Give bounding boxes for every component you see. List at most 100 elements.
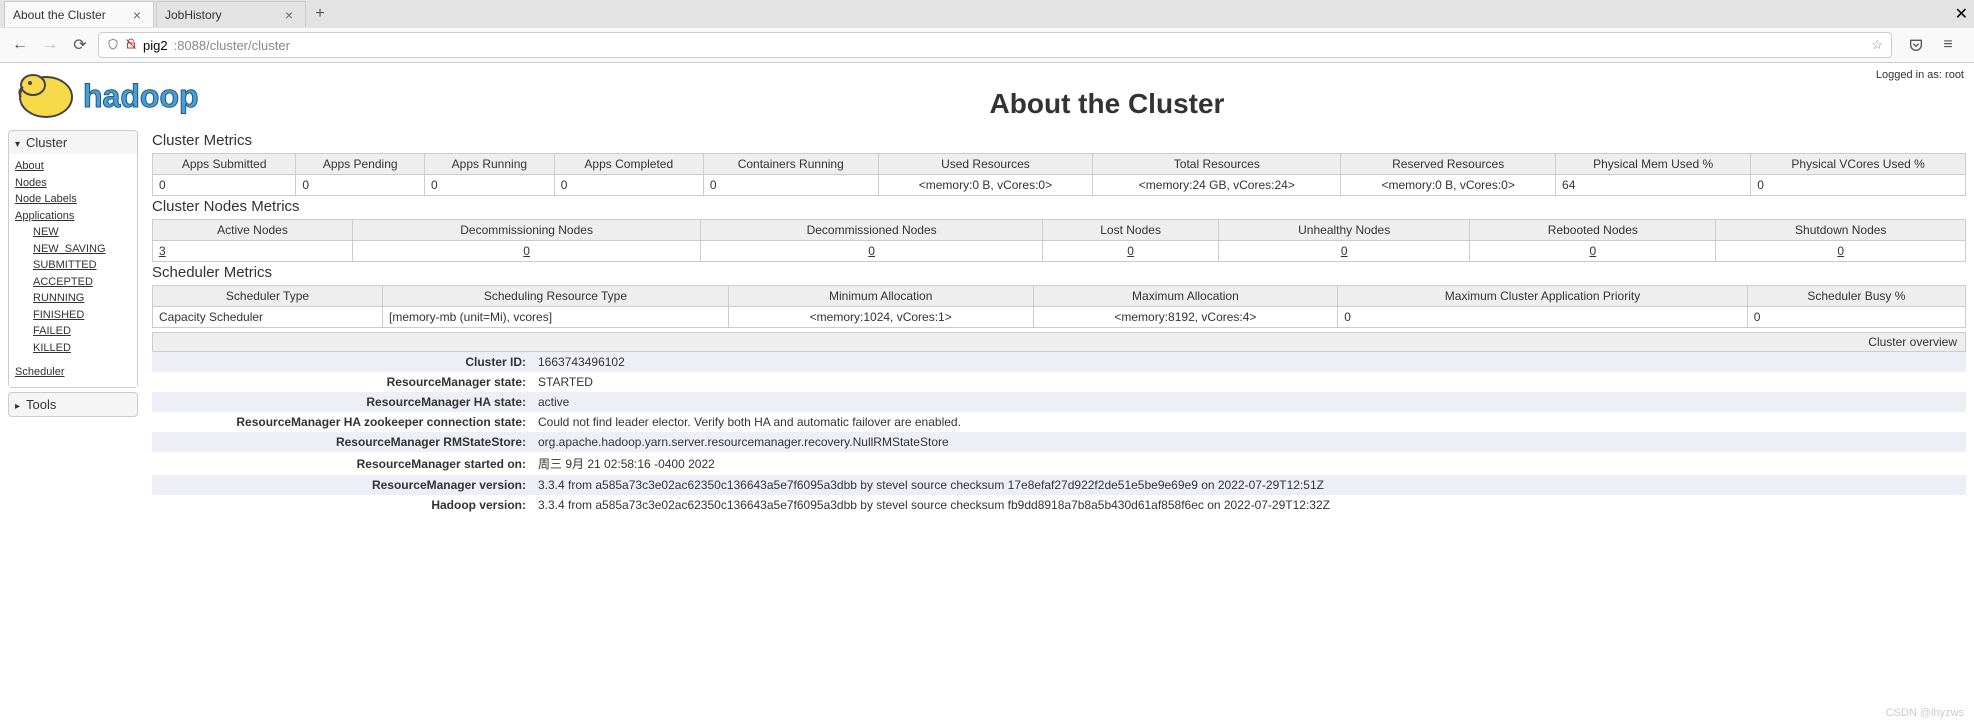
td-type: Capacity Scheduler (153, 307, 383, 328)
th-shutdown: Shutdown Nodes (1716, 220, 1966, 241)
bookmark-star-icon[interactable]: ☆ (1871, 37, 1883, 53)
sidebar-link-submitted[interactable]: SUBMITTED (33, 257, 131, 274)
td-apps-pending: 0 (296, 175, 425, 196)
sidebar-link-new[interactable]: NEW (33, 224, 131, 241)
tab-title: About the Cluster (13, 8, 106, 22)
label-rm-version: ResourceManager version: (152, 475, 532, 495)
new-tab-button[interactable]: + (308, 2, 332, 26)
table-cluster-metrics: Apps Submitted Apps Pending Apps Running… (152, 153, 1966, 196)
sidebar-app-states: NEW NEW_SAVING SUBMITTED ACCEPTED RUNNIN… (15, 224, 131, 356)
link-active-nodes[interactable]: 3 (159, 244, 166, 258)
window-close-icon[interactable]: ✕ (1955, 4, 1968, 24)
link-rebooted-nodes[interactable]: 0 (1589, 244, 1596, 258)
th-total-resources: Total Resources (1093, 154, 1341, 175)
table-row: ResourceManager HA state:active (152, 392, 1966, 412)
sidebar-link-running[interactable]: RUNNING (33, 290, 131, 307)
value-rm-store: org.apache.hadoop.yarn.server.resourcema… (532, 432, 1966, 452)
td-phys-vcores: 0 (1751, 175, 1966, 196)
url-path: :8088/cluster/cluster (174, 38, 290, 53)
tab-bar: About the Cluster × JobHistory × + ✕ (0, 0, 1974, 28)
sidebar-link-node-labels[interactable]: Node Labels (15, 191, 131, 208)
close-icon[interactable]: × (129, 7, 145, 23)
link-shutdown-nodes[interactable]: 0 (1837, 244, 1844, 258)
page-header: hadoop About the Cluster (8, 67, 1966, 130)
tab-jobhistory[interactable]: JobHistory × (156, 1, 306, 27)
sidebar-link-accepted[interactable]: ACCEPTED (33, 274, 131, 291)
svg-text:hadoop: hadoop (83, 78, 199, 114)
th-type: Scheduler Type (153, 286, 383, 307)
nav-bar: ← → ⟳ pig2:8088/cluster/cluster ☆ ≡ (0, 28, 1974, 62)
sidebar-header-cluster[interactable]: Cluster (9, 131, 137, 154)
overview-bar: Cluster overview (152, 332, 1966, 352)
chevron-down-icon (15, 135, 22, 150)
pocket-icon[interactable] (1904, 33, 1928, 57)
link-decommissioned-nodes[interactable]: 0 (868, 244, 875, 258)
th-phys-vcores: Physical VCores Used % (1751, 154, 1966, 175)
page-body: Logged in as: root hadoop About the Clus… (0, 63, 1974, 535)
td-used-resources: <memory:0 B, vCores:0> (878, 175, 1093, 196)
section-title-scheduler-metrics: Scheduler Metrics (152, 264, 1966, 281)
close-icon[interactable]: × (281, 7, 297, 23)
section-title-cluster-metrics: Cluster Metrics (152, 132, 1966, 149)
th-reserved-resources: Reserved Resources (1341, 154, 1556, 175)
table-row: Capacity Scheduler [memory-mb (unit=Mi),… (153, 307, 1966, 328)
sidebar-panel-tools: Tools (8, 392, 138, 417)
table-row: ResourceManager RMStateStore:org.apache.… (152, 432, 1966, 452)
logged-in-label: Logged in as: root (1876, 69, 1964, 81)
chevron-right-icon (15, 397, 22, 412)
shield-icon (107, 37, 119, 54)
th-decommissioned: Decommissioned Nodes (701, 220, 1043, 241)
link-unhealthy-nodes[interactable]: 0 (1341, 244, 1348, 258)
label-rm-started: ResourceManager started on: (152, 452, 532, 475)
th-apps-submitted: Apps Submitted (153, 154, 296, 175)
table-row: ResourceManager version:3.3.4 from a585a… (152, 475, 1966, 495)
sidebar-panel-cluster: Cluster About Nodes Node Labels Applicat… (8, 130, 138, 388)
table-row: ResourceManager HA zookeeper connection … (152, 412, 1966, 432)
back-button[interactable]: ← (8, 33, 32, 57)
td-max-priority: 0 (1338, 307, 1747, 328)
label-hadoop-version: Hadoop version: (152, 495, 532, 515)
table-row: ResourceManager state:STARTED (152, 372, 1966, 392)
label-rm-ha-zk: ResourceManager HA zookeeper connection … (152, 412, 532, 432)
value-rm-state: STARTED (532, 372, 1966, 392)
th-decommissioning: Decommissioning Nodes (353, 220, 701, 241)
sidebar-link-killed[interactable]: KILLED (33, 340, 131, 357)
th-min-alloc: Minimum Allocation (728, 286, 1033, 307)
menu-icon[interactable]: ≡ (1936, 33, 1960, 57)
th-phys-mem: Physical Mem Used % (1556, 154, 1751, 175)
table-scheduler-metrics: Scheduler Type Scheduling Resource Type … (152, 285, 1966, 328)
sidebar-link-finished[interactable]: FINISHED (33, 307, 131, 324)
label-rm-store: ResourceManager RMStateStore: (152, 432, 532, 452)
td-active: 3 (153, 241, 353, 262)
value-rm-ha-state: active (532, 392, 1966, 412)
td-min-alloc: <memory:1024, vCores:1> (728, 307, 1033, 328)
td-busy: 0 (1747, 307, 1965, 328)
sidebar-link-about[interactable]: About (15, 158, 131, 175)
hadoop-logo[interactable]: hadoop (8, 67, 248, 130)
sidebar-link-scheduler[interactable]: Scheduler (15, 364, 131, 381)
td-apps-running: 0 (425, 175, 555, 196)
tab-title: JobHistory (165, 8, 222, 22)
sidebar-header-tools[interactable]: Tools (9, 393, 137, 416)
tab-about-cluster[interactable]: About the Cluster × (4, 1, 154, 27)
link-lost-nodes[interactable]: 0 (1127, 244, 1134, 258)
sidebar-link-new-saving[interactable]: NEW_SAVING (33, 241, 131, 258)
td-total-resources: <memory:24 GB, vCores:24> (1093, 175, 1341, 196)
sidebar-link-applications[interactable]: Applications (15, 208, 131, 225)
th-apps-completed: Apps Completed (554, 154, 703, 175)
url-bar[interactable]: pig2:8088/cluster/cluster ☆ (98, 32, 1892, 58)
table-row: Cluster ID:1663743496102 (152, 352, 1966, 372)
reload-button[interactable]: ⟳ (68, 33, 92, 57)
label-rm-ha-state: ResourceManager HA state: (152, 392, 532, 412)
th-max-priority: Maximum Cluster Application Priority (1338, 286, 1747, 307)
table-overview: Cluster ID:1663743496102 ResourceManager… (152, 352, 1966, 515)
td-lost: 0 (1043, 241, 1219, 262)
sidebar-link-failed[interactable]: FAILED (33, 323, 131, 340)
table-nodes-metrics: Active Nodes Decommissioning Nodes Decom… (152, 219, 1966, 262)
td-resource-type: [memory-mb (unit=Mi), vcores] (383, 307, 729, 328)
table-row: 3 0 0 0 0 0 0 (153, 241, 1966, 262)
sidebar-link-nodes[interactable]: Nodes (15, 175, 131, 192)
link-decommissioning-nodes[interactable]: 0 (523, 244, 530, 258)
forward-button[interactable]: → (38, 33, 62, 57)
value-rm-ha-zk: Could not find leader elector. Verify bo… (532, 412, 1966, 432)
